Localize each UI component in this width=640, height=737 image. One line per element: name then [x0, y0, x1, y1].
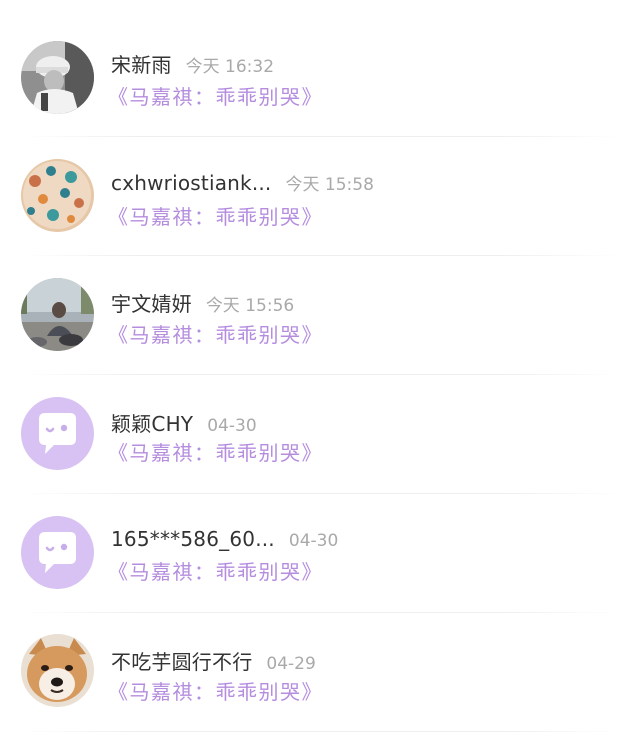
list-item[interactable]: cxhwriostiank... 今天 15:58 《马嘉祺：乖乖别哭》: [0, 137, 640, 255]
comment-time: 今天 15:56: [205, 296, 295, 316]
song-link[interactable]: 《马嘉祺：乖乖别哭》: [108, 556, 323, 585]
user-name[interactable]: 宋新雨: [111, 53, 172, 77]
user-name[interactable]: 宇文婧妍: [111, 292, 192, 316]
default-chat-bubble-icon: [21, 516, 94, 589]
comment-time: 今天 16:32: [185, 57, 275, 77]
comment-time: 04-30: [288, 531, 339, 551]
avatar[interactable]: [21, 634, 94, 707]
avatar[interactable]: [21, 278, 94, 351]
song-link[interactable]: 《马嘉祺：乖乖别哭》: [108, 201, 323, 230]
photo-avatar-cookie: [21, 159, 94, 232]
user-name[interactable]: 不吃芋圆行不行: [111, 650, 252, 674]
user-name[interactable]: cxhwriostiank...: [111, 171, 272, 195]
avatar[interactable]: [21, 516, 94, 589]
list-item[interactable]: 宋新雨 今天 16:32 《马嘉祺：乖乖别哭》: [0, 18, 640, 136]
photo-avatar-girl-cap: [21, 41, 94, 114]
photo-avatar-street: [21, 278, 94, 351]
list-item[interactable]: 颖颖CHY 04-30 《马嘉祺：乖乖别哭》: [0, 375, 640, 493]
divider: [20, 731, 620, 732]
avatar[interactable]: [21, 41, 94, 114]
user-name[interactable]: 165***586_60...: [111, 527, 275, 551]
list-item[interactable]: 不吃芋圆行不行 04-29 《马嘉祺：乖乖别哭》: [0, 613, 640, 731]
user-name[interactable]: 颖颖CHY: [111, 412, 193, 436]
default-chat-bubble-icon: [21, 397, 94, 470]
avatar[interactable]: [21, 397, 94, 470]
photo-avatar-shiba-dog: [21, 634, 94, 707]
comment-time: 04-30: [207, 416, 257, 436]
song-link[interactable]: 《马嘉祺：乖乖别哭》: [108, 676, 323, 705]
avatar[interactable]: [21, 159, 94, 232]
comment-time: 今天 15:58: [285, 175, 374, 195]
song-link[interactable]: 《马嘉祺：乖乖别哭》: [108, 81, 323, 110]
comment-time: 04-29: [266, 654, 316, 674]
song-link[interactable]: 《马嘉祺：乖乖别哭》: [108, 319, 323, 348]
list-item[interactable]: 165***586_60... 04-30 《马嘉祺：乖乖别哭》: [0, 494, 640, 612]
comment-list: 宋新雨 今天 16:32 《马嘉祺：乖乖别哭》 cxhwriostiank... 今…: [0, 0, 640, 737]
song-link[interactable]: 《马嘉祺：乖乖别哭》: [108, 437, 323, 466]
list-item[interactable]: 宇文婧妍 今天 15:56 《马嘉祺：乖乖别哭》: [0, 256, 640, 374]
